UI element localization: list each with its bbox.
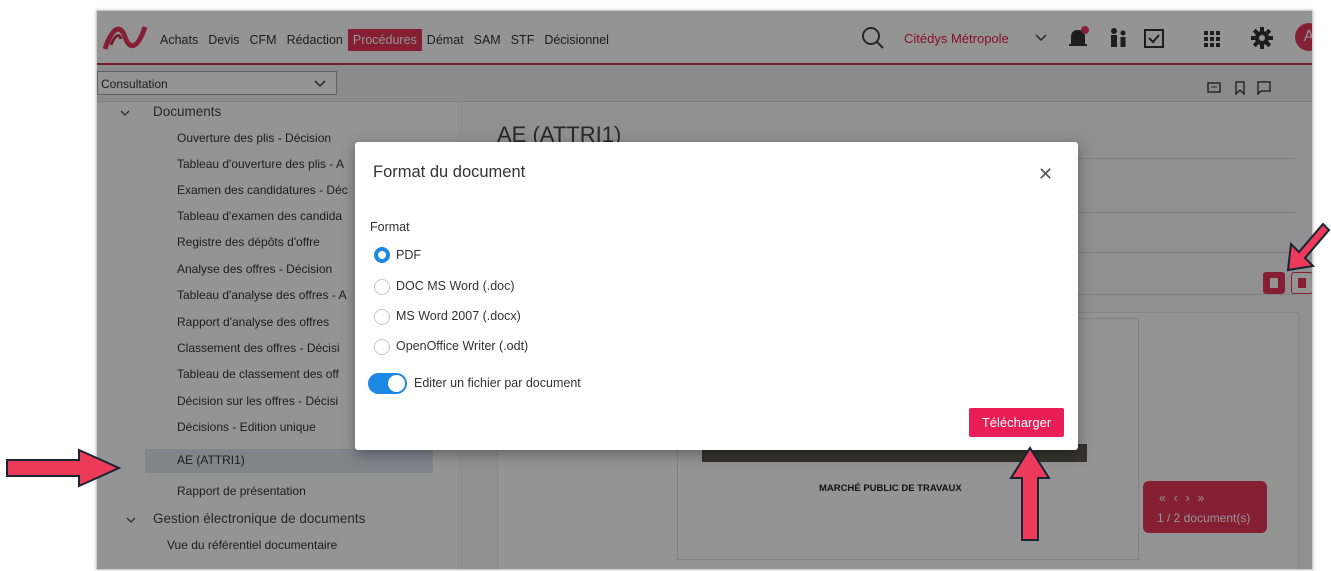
toggle-knob — [388, 375, 405, 392]
annotation-arrow-up — [1009, 446, 1051, 541]
radio-pdf[interactable] — [374, 247, 390, 263]
radio-doc[interactable] — [374, 279, 390, 295]
radio-odt-label[interactable]: OpenOffice Writer (.odt) — [396, 339, 528, 353]
close-icon[interactable]: ✕ — [1038, 164, 1053, 185]
radio-pdf-label[interactable]: PDF — [396, 248, 421, 262]
format-dialog: Format du document ✕ Format PDF DOC MS W… — [355, 142, 1078, 450]
dialog-title: Format du document — [373, 163, 526, 181]
annotation-arrow-right — [6, 448, 122, 488]
format-label: Format — [370, 220, 410, 234]
radio-docx[interactable] — [374, 309, 390, 325]
one-file-per-document-toggle[interactable] — [368, 373, 407, 394]
radio-docx-label[interactable]: MS Word 2007 (.docx) — [396, 309, 521, 323]
download-submit-button[interactable]: Télécharger — [969, 408, 1064, 437]
toggle-label: Editer un fichier par document — [414, 376, 581, 390]
radio-odt[interactable] — [374, 339, 390, 355]
annotation-arrow-diagonal — [1286, 222, 1331, 272]
radio-doc-label[interactable]: DOC MS Word (.doc) — [396, 279, 515, 293]
